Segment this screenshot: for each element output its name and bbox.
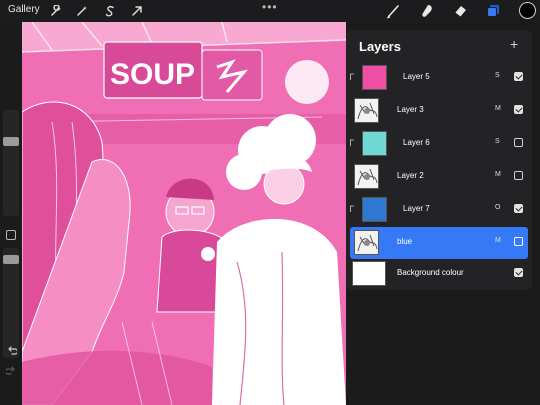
layer-row[interactable]: blue M <box>350 227 528 259</box>
layer-row[interactable]: Layer 7 O <box>350 194 528 226</box>
soup-sign-text: SOUP <box>110 58 195 91</box>
selection-s-icon[interactable] <box>102 3 118 19</box>
layer-thumbnail[interactable] <box>352 261 386 286</box>
top-toolbar: Gallery ••• <box>0 0 540 22</box>
gallery-button[interactable]: Gallery <box>8 4 40 15</box>
adjustments-wand-icon[interactable] <box>74 3 90 19</box>
blend-mode-button[interactable]: M <box>495 237 501 244</box>
layer-visibility-checkbox[interactable] <box>514 237 523 246</box>
drawing-canvas[interactable]: SOUP <box>22 22 346 405</box>
layer-row[interactable]: Layer 2 M <box>350 161 528 193</box>
blend-mode-button[interactable]: M <box>495 105 501 112</box>
layers-icon[interactable] <box>484 2 502 20</box>
blend-mode-button[interactable]: O <box>495 204 500 211</box>
brush-size-slider[interactable] <box>3 110 19 216</box>
layer-thumbnail[interactable] <box>354 230 379 255</box>
layers-panel-title: Layers <box>359 39 401 54</box>
add-layer-button[interactable]: + <box>510 36 518 52</box>
layer-name[interactable]: Layer 5 <box>403 72 430 81</box>
opacity-slider[interactable] <box>3 248 19 358</box>
modify-square-icon[interactable] <box>6 230 16 240</box>
brush-icon[interactable] <box>385 2 403 20</box>
undo-icon[interactable] <box>5 344 17 356</box>
layer-row[interactable]: Layer 6 S <box>350 128 528 160</box>
layer-name[interactable]: blue <box>397 237 412 246</box>
layer-visibility-checkbox[interactable] <box>514 105 523 114</box>
layer-thumbnail[interactable] <box>354 164 379 189</box>
actions-wrench-icon[interactable] <box>48 3 64 19</box>
layer-name[interactable]: Background colour <box>397 268 464 277</box>
eraser-icon[interactable] <box>451 2 469 20</box>
artwork-illustration: SOUP <box>22 22 346 405</box>
left-sidebar <box>0 22 22 405</box>
brush-size-knob[interactable] <box>3 136 19 146</box>
layer-row[interactable]: Layer 5 S <box>350 62 528 94</box>
layer-name[interactable]: Layer 7 <box>403 204 430 213</box>
layer-thumbnail[interactable] <box>362 197 387 222</box>
layer-visibility-checkbox[interactable] <box>514 72 523 81</box>
transform-arrow-icon[interactable] <box>129 3 145 19</box>
blend-mode-button[interactable]: S <box>495 138 500 145</box>
layer-thumbnail[interactable] <box>362 131 387 156</box>
layer-row[interactable]: Layer 3 M <box>350 95 528 127</box>
blend-mode-button[interactable]: S <box>495 72 500 79</box>
layer-visibility-checkbox[interactable] <box>514 138 523 147</box>
layer-name[interactable]: Layer 3 <box>397 105 424 114</box>
layer-visibility-checkbox[interactable] <box>514 268 523 277</box>
layer-visibility-checkbox[interactable] <box>514 171 523 180</box>
clipping-mask-icon <box>349 134 355 146</box>
more-menu-dots[interactable]: ••• <box>262 0 278 14</box>
smudge-icon[interactable] <box>418 2 436 20</box>
layer-name[interactable]: Layer 2 <box>397 171 424 180</box>
redo-icon[interactable] <box>5 364 17 376</box>
layers-panel: Layers + Layer 5 S Layer 3 M Layer 6 S Layer 2… <box>346 30 532 290</box>
blend-mode-button[interactable]: M <box>495 171 501 178</box>
opacity-knob[interactable] <box>3 255 19 264</box>
clipping-mask-icon <box>349 200 355 212</box>
clipping-mask-icon <box>349 68 355 80</box>
layer-thumbnail[interactable] <box>354 98 379 123</box>
layer-row[interactable]: Background colour <box>350 258 528 290</box>
layer-visibility-checkbox[interactable] <box>514 204 523 213</box>
color-picker-swatch[interactable] <box>519 2 536 19</box>
layer-thumbnail[interactable] <box>362 65 387 90</box>
layer-name[interactable]: Layer 6 <box>403 138 430 147</box>
